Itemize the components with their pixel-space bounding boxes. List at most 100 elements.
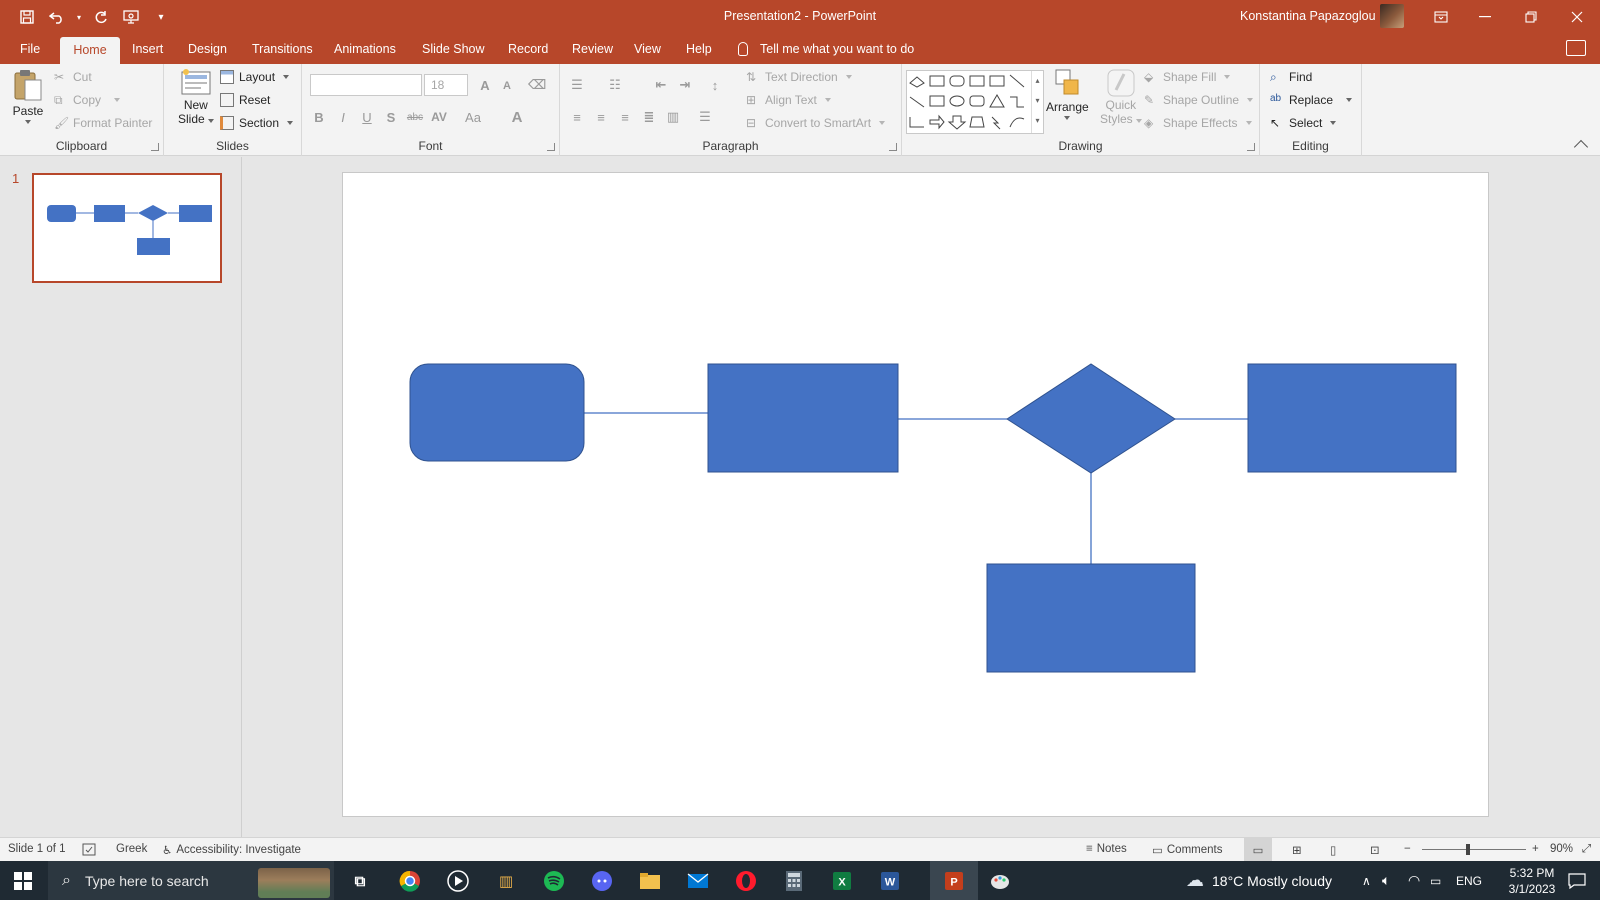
font-size-combo[interactable]: 18	[424, 74, 468, 96]
word-icon[interactable]: W	[876, 867, 904, 895]
decrease-indent-icon[interactable]: ⇤	[652, 76, 670, 94]
calculator-icon[interactable]	[780, 867, 808, 895]
collapse-ribbon-icon[interactable]	[1573, 139, 1589, 155]
taskbar-clock[interactable]: 5:32 PM 3/1/2023	[1500, 865, 1564, 897]
columns-icon[interactable]: ▥	[664, 108, 682, 126]
task-view-icon[interactable]: ⧉	[346, 867, 374, 895]
dialog-launcher-icon[interactable]	[547, 143, 555, 151]
rectangle-shape[interactable]	[986, 563, 1196, 673]
excel-icon[interactable]: X	[828, 867, 856, 895]
restore-button[interactable]	[1508, 0, 1554, 34]
section-button[interactable]: Section	[220, 116, 294, 130]
clear-formatting-icon[interactable]: ⌫	[528, 76, 546, 94]
library-icon[interactable]: ▥	[492, 867, 520, 895]
decrease-font-size-icon[interactable]: A	[498, 77, 516, 95]
windows-start-icon[interactable]	[14, 872, 32, 890]
reading-view-icon[interactable]: ▯	[1330, 843, 1336, 857]
font-color-icon[interactable]: A	[508, 108, 526, 126]
align-text-button[interactable]: ⊞ Align Text	[746, 93, 831, 107]
slide-sorter-icon[interactable]: ⊞	[1292, 843, 1302, 857]
user-name[interactable]: Konstantina Papazoglou	[1240, 9, 1376, 23]
tab-design[interactable]: Design	[178, 34, 237, 64]
file-explorer-icon[interactable]	[636, 867, 664, 895]
dialog-launcher-icon[interactable]	[1247, 143, 1255, 151]
slide-canvas[interactable]	[342, 172, 1489, 817]
slide-thumbnail[interactable]	[32, 173, 222, 283]
numbering-icon[interactable]: ☷	[606, 76, 624, 94]
new-slide-button[interactable]: New Slide	[178, 68, 214, 126]
tab-home[interactable]: Home	[60, 37, 120, 64]
change-case-icon[interactable]: Aa	[464, 108, 482, 126]
tab-transitions[interactable]: Transitions	[242, 34, 323, 64]
increase-font-size-icon[interactable]: A	[476, 76, 494, 94]
present-icon[interactable]	[118, 6, 144, 28]
format-painter-button[interactable]: 🖌 Format Painter	[54, 116, 152, 130]
convert-smartart-button[interactable]: ⊟ Convert to SmartArt	[746, 116, 886, 130]
volume-icon[interactable]: 🔈︎	[1382, 861, 1390, 900]
font-name-combo[interactable]	[310, 74, 422, 96]
zoom-in-button[interactable]: +	[1532, 843, 1539, 855]
battery-icon[interactable]: ▭	[1430, 861, 1441, 900]
reset-button[interactable]: Reset	[220, 93, 270, 107]
paste-button[interactable]: Paste	[12, 68, 44, 124]
underline-icon[interactable]: U	[358, 108, 376, 126]
character-spacing-icon[interactable]: AV	[430, 108, 448, 126]
slide-show-icon[interactable]: ⊡	[1370, 843, 1380, 857]
taskbar-search[interactable]: ⌕ Type here to search	[48, 861, 334, 900]
zoom-level[interactable]: 90%	[1550, 843, 1573, 855]
wifi-icon[interactable]: ◠	[1408, 861, 1420, 900]
dialog-launcher-icon[interactable]	[151, 143, 159, 151]
tab-slide-show[interactable]: Slide Show	[412, 34, 495, 64]
layout-button[interactable]: Layout	[220, 70, 290, 84]
replace-button[interactable]: ab Replace	[1270, 93, 1353, 107]
redo-icon[interactable]	[88, 6, 114, 28]
bold-icon[interactable]: B	[310, 108, 328, 126]
rectangle-shape[interactable]	[707, 363, 899, 473]
align-right-icon[interactable]: ≡	[616, 108, 634, 126]
cut-button[interactable]: ✂ Cut	[54, 70, 92, 84]
discord-icon[interactable]	[588, 867, 616, 895]
align-distribute-icon[interactable]: ☰	[696, 108, 714, 126]
weather-widget[interactable]: ☁ 18°C Mostly cloudy	[1186, 861, 1332, 900]
line-spacing-icon[interactable]: ↕	[706, 76, 724, 94]
language-status[interactable]: Greek	[116, 843, 147, 855]
comments-icon[interactable]	[1566, 40, 1586, 56]
justify-icon[interactable]: ≣	[640, 108, 658, 126]
quick-styles-button[interactable]: Quick Styles	[1100, 68, 1142, 126]
shapes-gallery[interactable]: ▴ ▾ ▾	[906, 70, 1044, 134]
rounded-rectangle-shape[interactable]	[409, 363, 585, 462]
save-icon[interactable]	[14, 6, 40, 28]
text-direction-button[interactable]: ⇅ Text Direction	[746, 70, 852, 84]
tell-me-search[interactable]: Tell me what you want to do	[738, 34, 914, 64]
tab-animations[interactable]: Animations	[324, 34, 406, 64]
tab-review[interactable]: Review	[562, 34, 623, 64]
tab-file[interactable]: File	[10, 34, 50, 64]
slide-info[interactable]: Slide 1 of 1	[8, 843, 66, 855]
zoom-slider-thumb[interactable]	[1466, 844, 1470, 855]
undo-icon[interactable]	[44, 6, 70, 28]
input-language[interactable]: ENG	[1456, 861, 1482, 900]
normal-view-icon[interactable]: ▭	[1244, 838, 1272, 861]
select-button[interactable]: ↖ Select	[1270, 116, 1337, 130]
shape-fill-button[interactable]: ⬙ Shape Fill	[1144, 70, 1231, 84]
find-button[interactable]: ⌕ Find	[1270, 70, 1312, 84]
spell-check-icon[interactable]	[82, 843, 98, 857]
tab-record[interactable]: Record	[498, 34, 558, 64]
mail-icon[interactable]	[684, 867, 712, 895]
arrange-button[interactable]: Arrange	[1046, 68, 1089, 120]
increase-indent-icon[interactable]: ⇥	[676, 76, 694, 94]
shape-outline-button[interactable]: ✎ Shape Outline	[1144, 93, 1254, 107]
gallery-scroll[interactable]: ▴ ▾ ▾	[1031, 71, 1043, 133]
powerpoint-icon[interactable]: P	[940, 867, 968, 895]
tab-view[interactable]: View	[624, 34, 671, 64]
close-button[interactable]	[1554, 0, 1600, 34]
strikethrough-icon[interactable]: abc	[406, 108, 424, 126]
comments-button[interactable]: ▭ Comments	[1152, 843, 1222, 857]
rectangle-shape[interactable]	[1247, 363, 1457, 473]
chevron-down-icon[interactable]: ▾	[74, 6, 84, 28]
zoom-slider[interactable]	[1422, 849, 1526, 850]
spotify-icon[interactable]	[540, 867, 568, 895]
fit-slide-icon[interactable]: ⤢	[1582, 843, 1591, 856]
align-center-icon[interactable]: ≡	[592, 108, 610, 126]
notifications-icon[interactable]	[1568, 861, 1586, 900]
